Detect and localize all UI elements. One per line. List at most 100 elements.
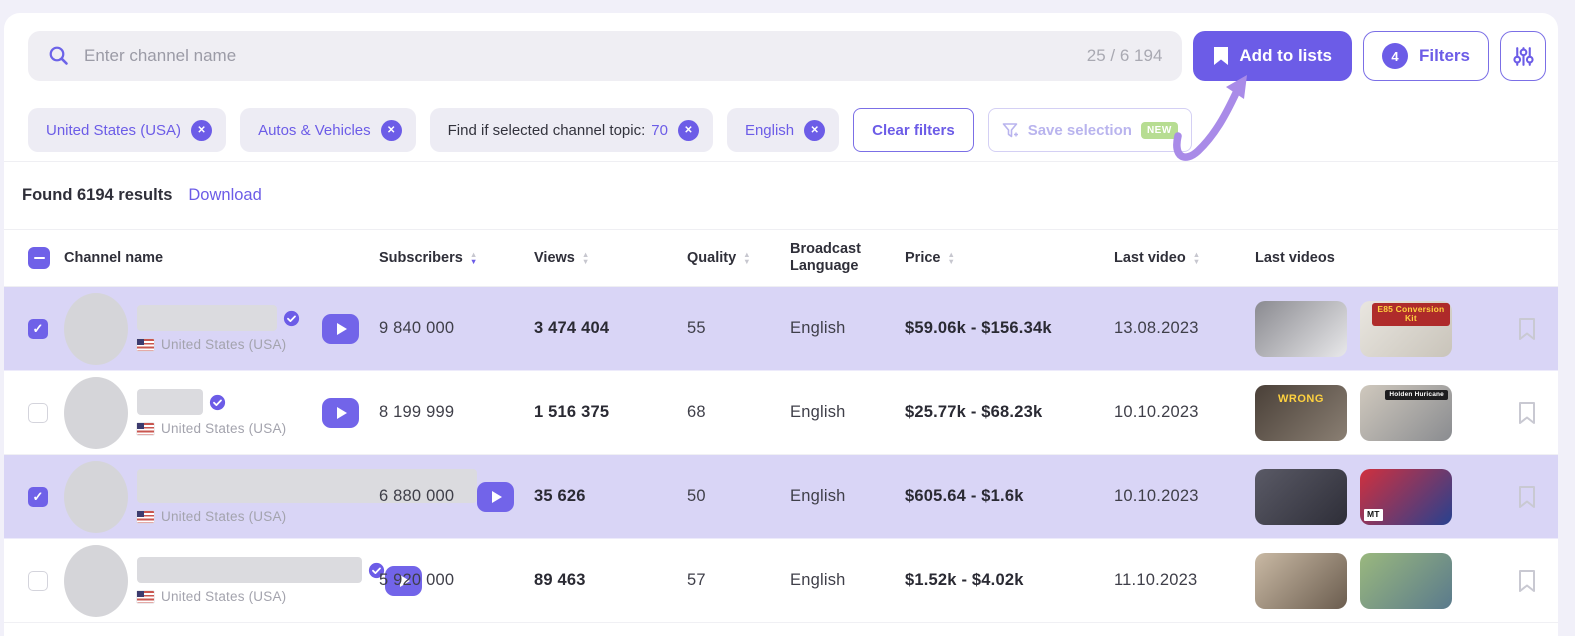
add-to-lists-label: Add to lists bbox=[1239, 46, 1332, 66]
channel-name-redacted bbox=[137, 557, 362, 583]
new-badge: NEW bbox=[1141, 122, 1178, 139]
channel-name-redacted bbox=[137, 389, 203, 415]
active-filters-row: United States (USA) ✕ Autos & Vehicles ✕… bbox=[4, 108, 1558, 162]
country-label: United States (USA) bbox=[161, 421, 286, 436]
quality-cell: 50 bbox=[687, 487, 790, 506]
channel-name-redacted bbox=[137, 305, 277, 331]
bookmark-icon[interactable] bbox=[1517, 569, 1537, 593]
last-video-date-cell: 11.10.2023 bbox=[1114, 571, 1255, 590]
filters-button[interactable]: 4 Filters bbox=[1363, 31, 1489, 81]
funnel-plus-icon bbox=[1002, 122, 1019, 139]
country-label: United States (USA) bbox=[161, 509, 286, 524]
views-cell: 89 463 bbox=[534, 571, 687, 590]
column-header-last-video[interactable]: Last video ▲▼ bbox=[1114, 250, 1255, 266]
us-flag-icon bbox=[137, 339, 154, 351]
video-thumbnail[interactable]: MT bbox=[1360, 469, 1452, 525]
selection-counter: 25 / 6 194 bbox=[1087, 46, 1163, 66]
row-checkbox[interactable] bbox=[28, 571, 48, 591]
avatar bbox=[64, 293, 128, 365]
filters-label: Filters bbox=[1419, 46, 1470, 66]
sort-icon: ▲▼ bbox=[1193, 251, 1200, 266]
verified-badge-icon bbox=[209, 394, 226, 411]
advanced-filters-button[interactable] bbox=[1500, 31, 1546, 81]
verified-badge-icon bbox=[283, 310, 300, 327]
table-row: United States (USA) 6 880 000 35 626 50 … bbox=[4, 455, 1558, 539]
channel-cell: United States (USA) bbox=[64, 461, 379, 533]
filter-chip-category: Autos & Vehicles ✕ bbox=[240, 108, 416, 152]
last-videos-cell bbox=[1255, 553, 1505, 609]
avatar bbox=[64, 545, 128, 617]
sort-icon: ▲▼ bbox=[470, 251, 477, 266]
results-bar: Found 6194 results Download bbox=[4, 162, 1558, 205]
views-cell: 1 516 375 bbox=[534, 403, 687, 422]
column-header-broadcast-language: Broadcast Language bbox=[790, 241, 905, 274]
row-checkbox[interactable] bbox=[28, 403, 48, 423]
country-label: United States (USA) bbox=[161, 589, 286, 604]
youtube-play-button[interactable] bbox=[322, 398, 359, 428]
table-row: United States (USA) 8 199 999 1 516 375 … bbox=[4, 371, 1558, 455]
row-checkbox[interactable] bbox=[28, 319, 48, 339]
bookmark-icon[interactable] bbox=[1517, 485, 1537, 509]
us-flag-icon bbox=[137, 591, 154, 603]
channel-cell: United States (USA) bbox=[64, 545, 379, 617]
select-all-checkbox[interactable] bbox=[28, 247, 50, 269]
thumbnail-caption: WRONG bbox=[1278, 393, 1324, 406]
video-thumbnail[interactable]: E85 Conversion Kit bbox=[1360, 301, 1452, 357]
remove-filter-icon[interactable]: ✕ bbox=[678, 120, 699, 141]
download-link[interactable]: Download bbox=[188, 186, 261, 205]
video-thumbnail[interactable] bbox=[1360, 553, 1452, 609]
us-flag-icon bbox=[137, 511, 154, 523]
last-video-date-cell: 10.10.2023 bbox=[1114, 403, 1255, 422]
price-cell: $1.52k - $4.02k bbox=[905, 571, 1114, 590]
sort-icon: ▲▼ bbox=[582, 251, 589, 266]
row-checkbox[interactable] bbox=[28, 487, 48, 507]
bookmark-icon[interactable] bbox=[1517, 401, 1537, 425]
save-selection-button[interactable]: Save selection NEW bbox=[988, 108, 1192, 152]
language-cell: English bbox=[790, 319, 905, 338]
bookmark-icon[interactable] bbox=[1517, 317, 1537, 341]
search-input[interactable] bbox=[84, 46, 1073, 66]
table-row: United States (USA) 5 920 000 89 463 57 … bbox=[4, 539, 1558, 623]
quality-cell: 55 bbox=[687, 319, 790, 338]
filter-chip-language: English ✕ bbox=[727, 108, 839, 152]
channel-cell: United States (USA) bbox=[64, 293, 379, 365]
table-row: United States (USA) 9 840 000 3 474 404 … bbox=[4, 287, 1558, 371]
save-selection-label: Save selection bbox=[1028, 122, 1132, 139]
avatar bbox=[64, 377, 128, 449]
thumbnail-caption: E85 Conversion Kit bbox=[1372, 303, 1450, 327]
channel-cell: United States (USA) bbox=[64, 377, 379, 449]
results-panel: 25 / 6 194 Add to lists 4 Filters U bbox=[4, 13, 1558, 636]
search-icon bbox=[48, 45, 70, 67]
filter-chip-topic: Find if selected channel topic: 70 ✕ bbox=[430, 108, 713, 152]
column-header-subscribers[interactable]: Subscribers ▲▼ bbox=[379, 250, 534, 266]
sort-icon: ▲▼ bbox=[743, 251, 750, 266]
results-count: Found 6194 results bbox=[22, 186, 172, 205]
search-box: 25 / 6 194 bbox=[28, 31, 1182, 81]
us-flag-icon bbox=[137, 423, 154, 435]
video-thumbnail[interactable] bbox=[1255, 553, 1347, 609]
column-header-quality[interactable]: Quality ▲▼ bbox=[687, 250, 790, 266]
language-cell: English bbox=[790, 487, 905, 506]
clear-filters-button[interactable]: Clear filters bbox=[853, 108, 974, 152]
column-header-price[interactable]: Price ▲▼ bbox=[905, 250, 1114, 266]
video-thumbnail[interactable]: Holden Huricane bbox=[1360, 385, 1452, 441]
video-thumbnail[interactable] bbox=[1255, 301, 1347, 357]
remove-filter-icon[interactable]: ✕ bbox=[804, 120, 825, 141]
top-bar: 25 / 6 194 Add to lists 4 Filters bbox=[4, 31, 1558, 81]
table-header: Channel name Subscribers ▲▼ Views ▲▼ Qua… bbox=[4, 229, 1558, 287]
column-header-channel-name: Channel name bbox=[64, 250, 379, 266]
video-thumbnail[interactable]: WRONG bbox=[1255, 385, 1347, 441]
add-to-lists-button[interactable]: Add to lists bbox=[1193, 31, 1352, 81]
country-label: United States (USA) bbox=[161, 337, 286, 352]
last-videos-cell: E85 Conversion Kit bbox=[1255, 301, 1505, 357]
remove-filter-icon[interactable]: ✕ bbox=[381, 120, 402, 141]
last-video-date-cell: 13.08.2023 bbox=[1114, 319, 1255, 338]
filters-count-badge: 4 bbox=[1382, 43, 1408, 69]
youtube-play-button[interactable] bbox=[322, 314, 359, 344]
column-header-views[interactable]: Views ▲▼ bbox=[534, 250, 687, 266]
quality-cell: 57 bbox=[687, 571, 790, 590]
video-thumbnail[interactable] bbox=[1255, 469, 1347, 525]
column-header-last-videos: Last videos bbox=[1255, 250, 1505, 266]
price-cell: $25.77k - $68.23k bbox=[905, 403, 1114, 422]
remove-filter-icon[interactable]: ✕ bbox=[191, 120, 212, 141]
